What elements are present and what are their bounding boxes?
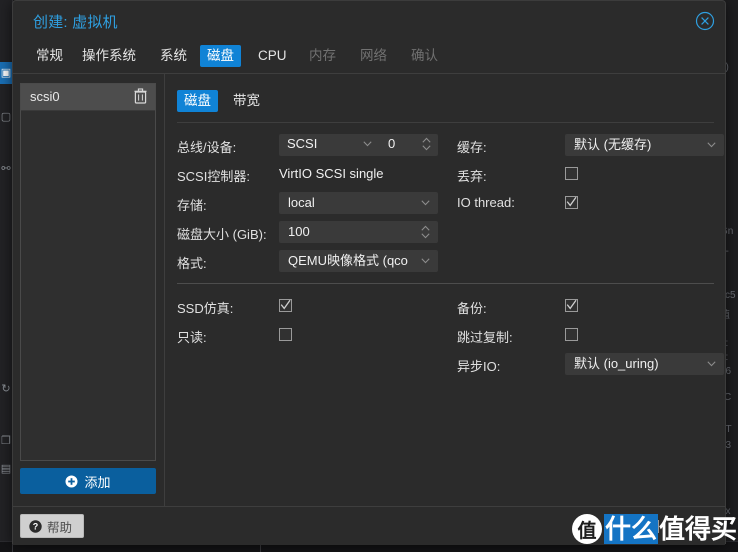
field-right-1-label: 丢弃:: [457, 166, 487, 185]
add-button[interactable]: 添加: [20, 468, 156, 494]
server-icon[interactable]: ▣: [0, 62, 12, 84]
field-left-4-value: QEMU映像格式 (qco: [288, 251, 408, 271]
refresh-icon[interactable]: ↻: [0, 378, 12, 400]
field-right-lower-2-label: 异步IO:: [457, 356, 500, 375]
network-icon[interactable]: ⚯: [0, 158, 12, 180]
wizard-tab-7: 确认: [404, 45, 445, 67]
field-left-4-label: 格式:: [177, 253, 207, 272]
note-icon[interactable]: ▤: [0, 458, 12, 480]
device-list: scsi0: [20, 83, 156, 461]
help-button[interactable]: ? 帮助: [20, 514, 84, 538]
disk-content-panel: 磁盘带宽 总线/设备: SCSI 0 SCSI控制器: VirtIO SCSI sing…: [164, 74, 726, 506]
field-left-1-label: SCSI控制器:: [177, 166, 250, 185]
advanced-label[interactable]: 高级: [613, 519, 639, 538]
field-right-lower-1-checkbox[interactable]: [565, 328, 578, 341]
field-right-lower-0-checkbox[interactable]: [565, 299, 578, 312]
field-left-2-label: 存储:: [177, 195, 207, 214]
field-left-0-label: 总线/设备:: [177, 137, 236, 156]
field-left-1-value: VirtIO SCSI single: [279, 166, 384, 181]
wizard-tab-6: 网络: [353, 45, 394, 67]
plus-circle-icon: [65, 475, 78, 488]
field-left-4-select[interactable]: QEMU映像格式 (qco: [279, 250, 438, 272]
field-left-lower-0-checkbox[interactable]: [279, 299, 292, 312]
field-left-2-select[interactable]: local: [279, 192, 438, 214]
check-icon: [280, 298, 291, 311]
create-vm-dialog: 创建: 虚拟机 常规操作系统系统磁盘CPU内存网络确认 scsi0 添加: [12, 0, 726, 544]
field-right-0-label: 缓存:: [457, 137, 487, 156]
field-right-lower-0-label: 备份:: [457, 298, 487, 317]
field-left-0-bus-device: SCSI 0: [279, 134, 438, 156]
spinner-arrows-icon: [422, 137, 431, 151]
disk-subtab-0[interactable]: 磁盘: [177, 90, 218, 112]
disk-subtab-1[interactable]: 带宽: [226, 90, 267, 112]
field-right-0-select[interactable]: 默认 (无缓存): [565, 134, 724, 156]
field-left-0-device-value: 0: [388, 134, 395, 154]
subtab-divider: [177, 122, 714, 123]
field-left-lower-1-checkbox[interactable]: [279, 328, 292, 341]
wizard-tab-1[interactable]: 操作系统: [75, 45, 143, 67]
wizard-tabs: 常规操作系统系统磁盘 CPU 内存网络确认: [13, 41, 725, 74]
wizard-tab-4[interactable]: CPU: [251, 45, 294, 67]
add-button-label: 添加: [84, 472, 110, 491]
trash-icon[interactable]: [134, 88, 147, 104]
close-icon[interactable]: [695, 11, 715, 31]
chevron-down-icon: [707, 142, 716, 148]
field-left-3-value: 100: [288, 222, 310, 242]
question-circle-icon: ?: [29, 520, 42, 533]
chevron-down-icon: [421, 200, 430, 206]
wizard-tab-3[interactable]: 磁盘: [200, 45, 241, 67]
chevron-down-icon: [707, 361, 716, 367]
wizard-tab-5: 内存: [302, 45, 343, 67]
device-list-item[interactable]: scsi0: [21, 84, 155, 111]
device-name-label: scsi0: [30, 89, 60, 104]
wizard-tab-0[interactable]: 常规: [29, 45, 70, 67]
chevron-down-icon: [363, 141, 372, 147]
advanced-checkbox[interactable]: [646, 520, 659, 533]
spinner-arrows-icon: [421, 225, 430, 239]
field-right-2-checkbox[interactable]: [565, 196, 578, 209]
help-button-label: 帮助: [47, 517, 72, 536]
section-divider: [177, 283, 714, 284]
copy-icon[interactable]: ❐: [0, 430, 12, 452]
field-left-lower-0-label: SSD仿真:: [177, 298, 233, 317]
field-left-0-bus-select[interactable]: SCSI: [279, 134, 379, 156]
field-right-2-label: IO thread:: [457, 195, 515, 210]
field-left-3-label: 磁盘大小 (GiB):: [177, 224, 267, 243]
field-right-lower-1-label: 跳过复制:: [457, 327, 513, 346]
field-left-3-spinner[interactable]: 100: [279, 221, 438, 243]
field-left-2-value: local: [288, 193, 315, 213]
field-right-1-checkbox[interactable]: [565, 167, 578, 180]
dialog-footer: ? 帮助 高级: [13, 506, 725, 545]
svg-text:?: ?: [33, 521, 39, 531]
dialog-body: scsi0 添加 磁盘带宽 总线/设备: SCSI 0 SCSI控制器: VirtIO …: [13, 74, 725, 506]
monitor-icon[interactable]: ▢: [0, 106, 12, 128]
field-left-0-device-spinner[interactable]: 0: [380, 134, 438, 156]
wizard-tab-2[interactable]: 系统: [153, 45, 194, 67]
field-left-lower-1-label: 只读:: [177, 327, 207, 346]
check-icon: [566, 195, 577, 208]
screen: ▣▢⚯↻❐▤ 0)(Gn4-sc5值48:2:16°C5T530x 创建: 虚拟…: [0, 0, 738, 552]
field-left-0-bus-value: SCSI: [287, 134, 317, 154]
field-right-0-value: 默认 (无缓存): [574, 135, 651, 155]
chevron-down-icon: [421, 258, 430, 264]
check-icon: [566, 298, 577, 311]
field-right-lower-2-value: 默认 (io_uring): [574, 354, 659, 374]
field-right-lower-2-select[interactable]: 默认 (io_uring): [565, 353, 724, 375]
dialog-title: 创建: 虚拟机: [33, 11, 118, 32]
dialog-header: 创建: 虚拟机: [13, 1, 725, 41]
